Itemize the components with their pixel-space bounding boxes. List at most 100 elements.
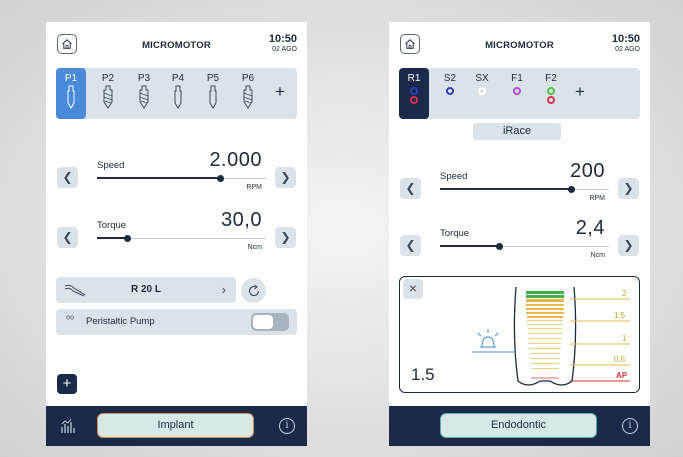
apex-tick-label: 0.5	[614, 355, 626, 364]
program-p2[interactable]: P2	[93, 68, 123, 119]
header: MICROMOTOR 10:50 02 AGO	[46, 22, 307, 64]
torque-slider-knob[interactable]	[123, 235, 131, 242]
reverse-rotation-button[interactable]	[241, 278, 266, 303]
page-title: MICROMOTOR	[142, 40, 211, 51]
program-p3[interactable]: P3	[129, 68, 159, 119]
pump-toggle[interactable]	[251, 313, 289, 331]
ratio-selector[interactable]: R 20 L ›	[56, 277, 236, 303]
speed-decrease-button[interactable]: ❮	[57, 167, 78, 188]
torque-slider-knob[interactable]	[495, 243, 503, 250]
ring-blue-icon	[410, 87, 418, 95]
home-icon	[405, 39, 415, 49]
drill-icon	[67, 85, 75, 109]
footer: Implant i	[46, 406, 307, 446]
ring-green-icon	[547, 87, 555, 95]
header: MICROMOTOR 10:50 02 AGO	[389, 22, 650, 64]
chevron-right-icon: ›	[221, 282, 226, 297]
home-icon	[62, 39, 72, 49]
mode-button[interactable]: Implant	[97, 413, 254, 438]
torque-control: ❮ Torque 2,4 Ncm ❯	[389, 217, 650, 267]
add-program-button[interactable]: +	[275, 83, 285, 100]
file-system-name[interactable]: iRace	[473, 123, 561, 140]
clock: 10:50 02 AGO	[269, 33, 297, 54]
speed-slider-knob[interactable]	[216, 175, 224, 182]
pump-toggle-thumb	[253, 315, 273, 329]
canal-depth-bands	[526, 291, 564, 379]
info-icon[interactable]: i	[279, 418, 295, 434]
speed-slider-fill	[440, 188, 572, 190]
speed-slider[interactable]	[97, 175, 266, 182]
program-label: P4	[171, 73, 185, 84]
program-p1[interactable]: P1	[56, 68, 86, 119]
program-label: P6	[241, 73, 255, 84]
pump-label: Peristaltic Pump	[86, 316, 155, 327]
stats-icon[interactable]	[60, 418, 76, 434]
file-selector: R1 S2 SX F1 F2 +	[399, 68, 640, 119]
program-p5[interactable]: P5	[198, 68, 228, 119]
speed-unit: RPM	[246, 184, 262, 191]
apex-tick-label: 1.5	[614, 311, 626, 320]
file-f2[interactable]: F2	[536, 68, 566, 119]
add-file-button[interactable]: +	[575, 83, 585, 100]
torque-value: 2,4	[575, 217, 605, 239]
speed-slider-fill	[97, 177, 221, 179]
implant-screen: MICROMOTOR 10:50 02 AGO P1 P2 P3 P4 P5 P…	[46, 22, 307, 446]
speed-slider-knob[interactable]	[568, 186, 576, 193]
file-sx[interactable]: SX	[467, 68, 497, 119]
speed-slider[interactable]	[440, 186, 609, 193]
program-p6[interactable]: P6	[233, 68, 263, 119]
twist-drill-icon	[243, 85, 253, 109]
add-button[interactable]: +	[57, 374, 77, 394]
file-label: F2	[545, 73, 557, 84]
mode-button[interactable]: Endodontic	[440, 413, 597, 438]
program-label: P1	[64, 73, 78, 84]
twist-drill-icon	[103, 85, 113, 109]
footer: Endodontic i	[389, 406, 650, 446]
clock-time: 10:50	[268, 33, 297, 45]
clock-time: 10:50	[611, 33, 640, 45]
file-label: SX	[475, 73, 489, 84]
ratio-label: R 20 L	[130, 284, 161, 295]
file-r1[interactable]: R1	[399, 68, 429, 119]
apex-tick-label: 2	[622, 289, 627, 298]
torque-increase-button[interactable]: ❯	[275, 227, 296, 248]
torque-slider[interactable]	[440, 243, 609, 250]
ring-white-icon	[478, 87, 486, 95]
torque-unit: Ncm	[590, 252, 605, 259]
apex-tick-label: 1	[622, 334, 627, 343]
torque-unit: Ncm	[247, 244, 262, 251]
torque-slider[interactable]	[97, 235, 266, 242]
endodontic-screen: MICROMOTOR 10:50 02 AGO R1 S2 SX F1 F2 +…	[389, 22, 650, 446]
drops-icon: ⁰⁰	[66, 315, 75, 326]
apex-gauge: 2 1.5 1 0.5 AP	[472, 286, 630, 386]
close-button[interactable]: ×	[403, 279, 423, 299]
speed-label: Speed	[440, 171, 468, 182]
speed-label: Speed	[97, 160, 125, 171]
page-title: MICROMOTOR	[485, 40, 554, 51]
torque-control: ❮ Torque 30,0 Ncm ❯	[46, 209, 307, 259]
file-f1[interactable]: F1	[502, 68, 532, 119]
ring-red-icon	[547, 96, 555, 104]
clock-date: 02 AGO	[615, 46, 640, 53]
speed-increase-button[interactable]: ❯	[618, 178, 639, 199]
torque-decrease-button[interactable]: ❮	[57, 227, 78, 248]
program-p4[interactable]: P4	[163, 68, 193, 119]
torque-increase-button[interactable]: ❯	[618, 235, 639, 256]
speed-control: ❮ Speed 200 RPM ❯	[389, 160, 650, 210]
info-icon[interactable]: i	[622, 418, 638, 434]
speed-decrease-button[interactable]: ❮	[400, 178, 421, 199]
apex-reading: 1.5	[411, 365, 435, 384]
file-s2[interactable]: S2	[435, 68, 465, 119]
peristaltic-pump-row: ⁰⁰ Peristaltic Pump	[56, 309, 297, 335]
home-button[interactable]	[57, 34, 77, 54]
program-label: P3	[137, 73, 151, 84]
rotate-icon	[248, 284, 259, 296]
ring-purple-icon	[513, 87, 521, 95]
home-button[interactable]	[400, 34, 420, 54]
alarm-bell-icon	[477, 329, 499, 348]
torque-decrease-button[interactable]: ❮	[400, 235, 421, 256]
program-label: P2	[101, 73, 115, 84]
ring-red-icon	[410, 96, 418, 104]
torque-slider-fill	[440, 245, 500, 247]
speed-increase-button[interactable]: ❯	[275, 167, 296, 188]
